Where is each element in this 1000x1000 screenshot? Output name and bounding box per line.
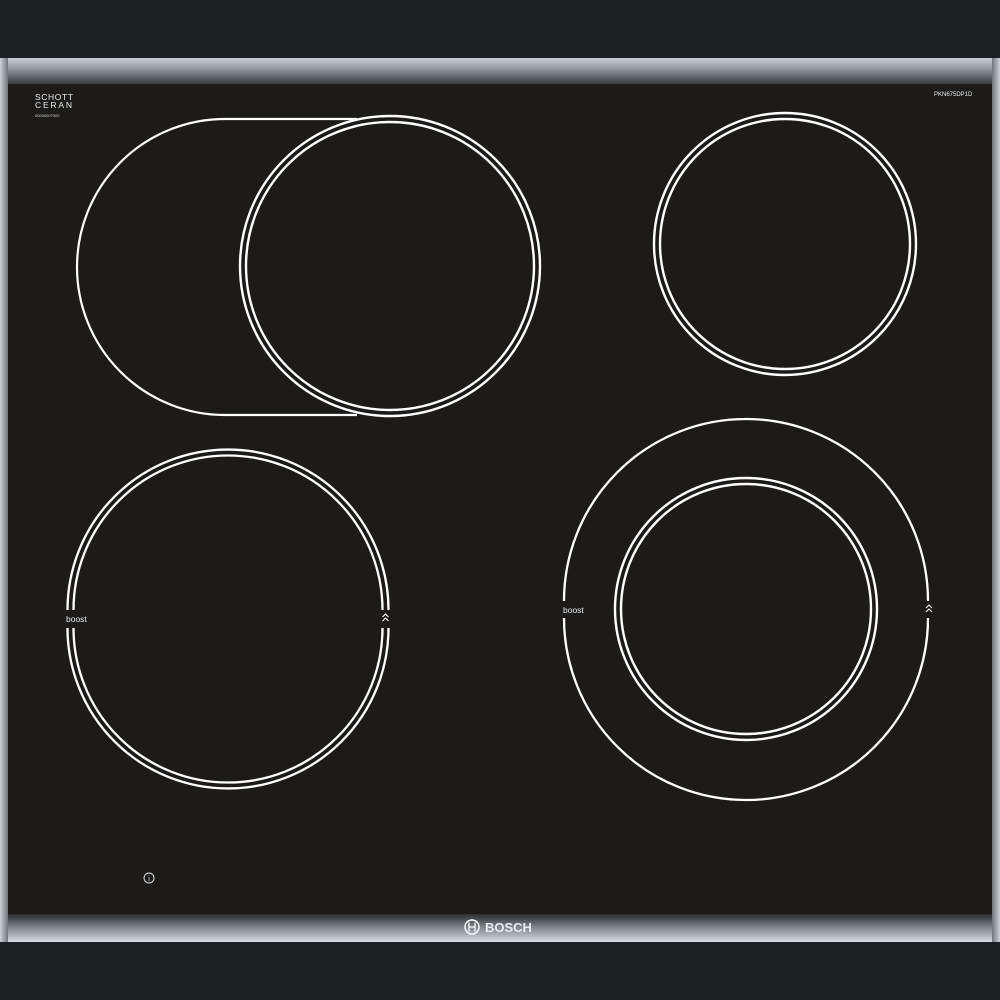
- bosch-wordmark: BOSCH: [485, 920, 532, 935]
- ceran-label: CERAN: [35, 100, 74, 110]
- cooktop-scene: SCHOTT CERAN 00000007000 PKN675DP1D boos…: [0, 0, 1000, 1000]
- boost-label-left-zone: boost: [66, 614, 87, 624]
- model-code: PKN675DP1D: [934, 92, 973, 98]
- glass-serial-number: 00000007000: [35, 113, 60, 118]
- ceramic-glass-surface: [8, 84, 992, 914]
- boost-label-right-zone: boost: [563, 605, 584, 615]
